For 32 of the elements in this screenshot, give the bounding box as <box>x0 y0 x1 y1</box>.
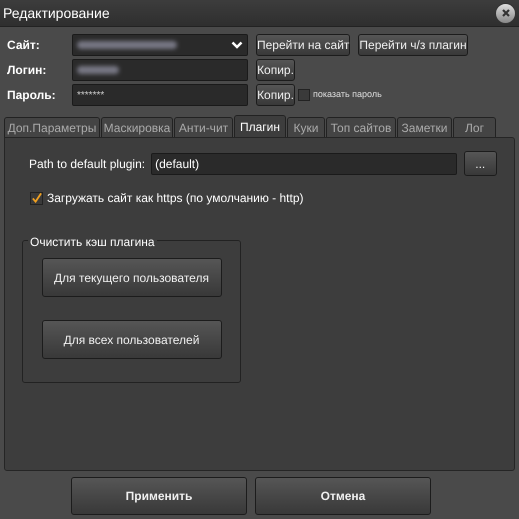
clear-cache-button[interactable]: Для текущего пользователя <box>42 258 222 297</box>
open-site-button[interactable]: Перейти на сайт <box>256 34 350 56</box>
open-via-plugin-button[interactable]: Перейти ч/з плагин <box>358 34 468 56</box>
input-field[interactable]: ******* <box>72 84 248 106</box>
copy-button[interactable]: Копир. <box>256 84 295 106</box>
copy-button[interactable]: Копир. <box>256 59 295 81</box>
field-label: Path to default plugin: <box>28 156 146 172</box>
checkbox-label: Загружать сайт как https (по умолчанию - http) <box>47 190 304 207</box>
tab[interactable]: Лог <box>453 117 496 137</box>
tab[interactable]: Анти-чит <box>174 117 233 137</box>
input-field[interactable]: (default) <box>151 152 456 174</box>
tab[interactable]: Топ сайтов <box>326 117 396 137</box>
checkbox-label: показать пароль <box>313 88 382 102</box>
field-label: Сайт: <box>7 37 41 54</box>
tab[interactable]: Доп.Параметры <box>4 117 100 137</box>
apply-button[interactable]: Применить <box>71 477 247 515</box>
tab[interactable]: Заметки <box>397 117 452 137</box>
chevron-down-icon <box>231 41 243 49</box>
input-field[interactable] <box>72 59 248 81</box>
tab[interactable]: Плагин <box>234 115 286 137</box>
clear-cache-button[interactable]: Для всех пользователей <box>42 320 222 359</box>
field-label: Пароль: <box>7 87 57 104</box>
checkbox[interactable] <box>30 192 43 204</box>
cancel-button[interactable]: Отмена <box>255 477 431 515</box>
tab[interactable]: Куки <box>287 117 325 137</box>
dropdown-field[interactable] <box>72 34 248 56</box>
window-title: Редактирование <box>3 4 110 23</box>
browse-button[interactable]: ... <box>464 151 498 176</box>
tab[interactable]: Маскировка <box>101 117 173 137</box>
close-icon[interactable] <box>495 2 516 24</box>
field-label: Логин: <box>7 62 48 79</box>
checkbox[interactable] <box>298 89 310 101</box>
